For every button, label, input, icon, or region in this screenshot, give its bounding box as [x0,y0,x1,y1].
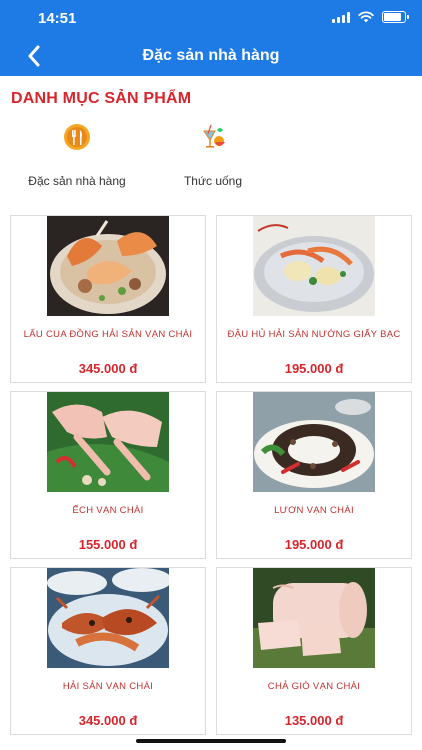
product-image [47,392,169,492]
wifi-icon [358,11,374,23]
product-price: 345.000 đ [78,713,138,728]
product-name: LƯƠN VẠN CHÀI [274,505,354,516]
product-image [253,392,375,492]
product-image [253,568,375,668]
product-card[interactable]: CHẢ GIÒ VẠN CHÀI 135.000 đ [216,567,412,735]
product-name: LẨU CUA ĐỒNG HẢI SẢN VẠN CHÀI [23,329,193,340]
category-dac-san[interactable]: Đặc sản nhà hàng [12,122,142,188]
product-price: 345.000 đ [78,361,138,376]
product-price: 195.000 đ [284,361,344,376]
product-price: 155.000 đ [78,537,138,552]
product-name: CHẢ GIÒ VẠN CHÀI [267,681,361,692]
status-icons [332,11,409,23]
battery-level [384,13,401,21]
product-card[interactable]: HẢI SẢN VẠN CHÀI 345.000 đ [10,567,206,735]
product-price: 135.000 đ [284,713,344,728]
product-card[interactable]: ĐẬU HỦ HẢI SẢN NƯỚNG GIẤY BẠC 195.000 đ [216,215,412,383]
product-card[interactable]: ẾCH VẠN CHÀI 155.000 đ [10,391,206,559]
home-indicator[interactable] [136,739,286,743]
product-image [47,216,169,316]
product-image [47,568,169,668]
section-title: DANH MỤC SẢN PHẨM [11,90,192,107]
product-name: ĐẬU HỦ HẢI SẢN NƯỚNG GIẤY BẠC [227,329,401,340]
product-card[interactable]: LƯƠN VẠN CHÀI 195.000 đ [216,391,412,559]
product-name: ẾCH VẠN CHÀI [72,505,144,516]
status-time: 14:51 [38,10,77,27]
navigation-bar: Đặc sản nhà hàng [0,36,422,76]
drinks-icon [203,124,225,148]
product-name: HẢI SẢN VẠN CHÀI [62,681,154,692]
status-bar: 14:51 [0,0,422,36]
page-title: Đặc sản nhà hàng [142,47,280,64]
category-thuc-uong[interactable]: Thức uống [148,122,278,188]
battery-icon [382,11,409,23]
restaurant-icon [64,124,90,150]
product-card[interactable]: LẨU CUA ĐỒNG HẢI SẢN VẠN CHÀI 345.000 đ [10,215,206,383]
category-label: Đặc sản nhà hàng [28,174,126,188]
product-price: 195.000 đ [284,537,344,552]
cellular-signal-icon [332,11,350,23]
product-image [253,216,375,316]
category-label: Thức uống [183,174,243,188]
